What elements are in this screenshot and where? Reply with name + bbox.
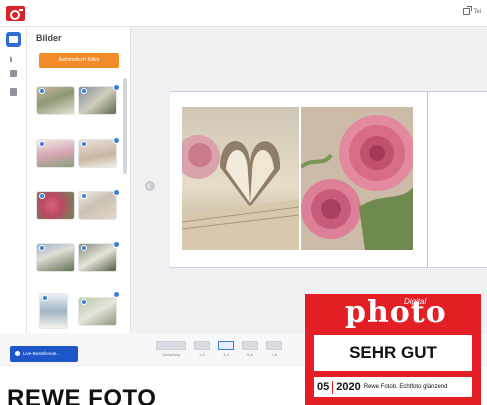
layout-tool-icon[interactable] bbox=[10, 70, 17, 77]
used-check-icon bbox=[42, 295, 48, 301]
page-thumb-image bbox=[242, 341, 258, 350]
page-thumb-label: 5-6 bbox=[247, 352, 253, 357]
order-button[interactable]: Live-Bestellende... bbox=[10, 346, 78, 362]
panel-scrollbar[interactable] bbox=[123, 78, 127, 174]
used-check-icon bbox=[81, 88, 87, 94]
used-check-icon bbox=[81, 299, 87, 305]
test-seal: Digital photo SEHR GUT 05 2020 Rewe Foto… bbox=[305, 294, 481, 405]
page-thumb-image bbox=[194, 341, 210, 350]
right-page[interactable] bbox=[428, 92, 487, 267]
expand-icon[interactable] bbox=[10, 56, 15, 62]
share-label: Tei bbox=[473, 8, 481, 15]
seal-divider bbox=[332, 380, 334, 394]
count-badge bbox=[113, 241, 120, 248]
thumbnail-row bbox=[37, 137, 120, 167]
count-badge bbox=[113, 84, 120, 91]
panel-title: Bilder bbox=[36, 33, 62, 43]
thumbnail-image[interactable] bbox=[37, 140, 74, 167]
count-badge bbox=[113, 137, 120, 144]
seal-year: 2020 bbox=[336, 381, 361, 393]
page-thumb[interactable]: 7-8 bbox=[266, 341, 282, 357]
page-thumb-label: 1-2 bbox=[199, 352, 205, 357]
external-link-icon bbox=[463, 6, 473, 15]
page-thumb-image bbox=[266, 341, 282, 350]
thumbnail-image[interactable] bbox=[79, 298, 116, 325]
top-bar: Tei bbox=[0, 0, 487, 27]
book-spread[interactable] bbox=[170, 91, 487, 268]
images-panel: Bilder Automatisch füllen bbox=[27, 27, 131, 333]
seal-product: Rewe Fotob. Echtfoto glänzend bbox=[363, 384, 448, 390]
used-check-icon bbox=[39, 193, 45, 199]
page-tool-icon[interactable] bbox=[10, 88, 17, 96]
seal-rating: SEHR GUT bbox=[349, 343, 437, 362]
screenshot: Tei Bilder Automatisch füllen Umschlag 1… bbox=[0, 0, 487, 405]
used-check-icon bbox=[81, 245, 87, 251]
auto-fill-button[interactable]: Automatisch füllen bbox=[39, 53, 119, 68]
thumbnail-row bbox=[37, 241, 120, 271]
page-thumb-active[interactable]: 3-4 bbox=[218, 341, 234, 357]
thumbnail-image[interactable] bbox=[79, 192, 116, 219]
seal-issue: 05 bbox=[317, 381, 330, 393]
page-thumb-image bbox=[218, 341, 234, 350]
thumbnail-image[interactable] bbox=[37, 192, 74, 219]
thumbnail-image[interactable] bbox=[40, 294, 67, 328]
thumbnail-row bbox=[37, 189, 120, 219]
seal-brand: photo bbox=[345, 295, 447, 330]
seal-rating-box: SEHR GUT bbox=[314, 335, 472, 371]
seal-footer: 05 2020 Rewe Fotob. Echtfoto glänzend bbox=[314, 377, 472, 397]
open-book-photo bbox=[182, 107, 299, 250]
thumbnail-row bbox=[37, 291, 120, 328]
tool-rail bbox=[0, 27, 27, 333]
count-badge bbox=[113, 291, 120, 298]
used-check-icon bbox=[39, 245, 45, 251]
thumbnail-row bbox=[37, 84, 120, 114]
used-check-icon bbox=[81, 141, 87, 147]
thumbnail-image[interactable] bbox=[37, 87, 74, 114]
count-badge bbox=[113, 189, 120, 196]
previous-page-icon[interactable] bbox=[145, 181, 155, 191]
canvas-photo-book[interactable] bbox=[182, 107, 299, 250]
page-thumb-label: 7-8 bbox=[271, 352, 277, 357]
thumbnail-image[interactable] bbox=[37, 244, 74, 271]
page-thumb-cover[interactable]: Umschlag bbox=[156, 341, 186, 357]
used-check-icon bbox=[39, 88, 45, 94]
page-thumb-image bbox=[156, 341, 186, 350]
thumbnail-image[interactable] bbox=[79, 244, 116, 271]
article-headline: REWE FOTO bbox=[7, 385, 157, 405]
left-page[interactable] bbox=[170, 92, 427, 267]
page-thumb-label: Umschlag bbox=[162, 352, 180, 357]
page-strip: Umschlag 1-2 3-4 5-6 7-8 bbox=[156, 341, 282, 357]
roses-photo bbox=[301, 107, 413, 250]
page-thumb[interactable]: 1-2 bbox=[194, 341, 210, 357]
thumbnail-image[interactable] bbox=[79, 140, 116, 167]
thumbnail-image[interactable] bbox=[79, 87, 116, 114]
rewe-logo-icon bbox=[6, 6, 25, 21]
images-tool-button[interactable] bbox=[6, 32, 21, 47]
used-check-icon bbox=[39, 141, 45, 147]
canvas-photo-roses[interactable] bbox=[301, 107, 413, 250]
used-check-icon bbox=[81, 193, 87, 199]
share-button[interactable]: Tei bbox=[463, 6, 481, 15]
page-thumb-label: 3-4 bbox=[223, 352, 229, 357]
page-thumb[interactable]: 5-6 bbox=[242, 341, 258, 357]
